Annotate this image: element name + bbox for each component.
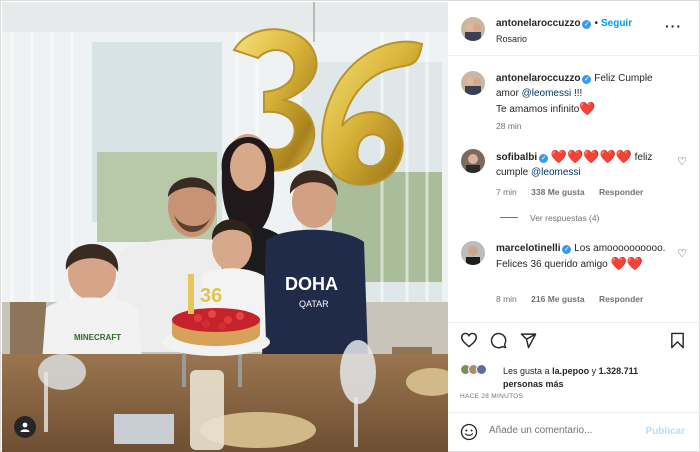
comment-text: sofibalbi ✓ ❤️❤️❤️❤️❤️ feliz cumple @leom… (496, 149, 674, 180)
post-photo[interactable]: DOHA QATAR MINECRAFT 36 (2, 2, 448, 452)
emoji-icon[interactable] (460, 423, 478, 441)
verified-badge-icon: ✓ (562, 245, 572, 254)
action-bar: Les gusta a la.pepoo y 1.328.711 persona… (448, 322, 700, 422)
photo-scene: DOHA QATAR MINECRAFT 36 (2, 2, 448, 452)
likes-connector: y (591, 366, 597, 376)
comment-text: marcelotinelli ✓ Los amoooooooooo. Felice… (496, 241, 674, 272)
likes-user[interactable]: la.pepoo (552, 366, 589, 376)
verified-badge-icon: ✓ (582, 20, 592, 29)
verified-badge-icon: ✓ (582, 75, 592, 84)
commenter-avatar[interactable] (461, 241, 485, 265)
caption-mention[interactable]: @leomessi (522, 88, 572, 99)
likes-suffix[interactable]: personas más (503, 379, 564, 389)
post-location[interactable]: Rosario (496, 34, 527, 44)
add-comment-bar: Publicar (448, 412, 700, 452)
comment-meta: 8 min 216 Me gusta Responder (496, 294, 655, 304)
replies-divider (500, 217, 518, 218)
comment-likes[interactable]: 338 Me gusta (531, 187, 584, 197)
user-icon (20, 422, 30, 432)
comment-username[interactable]: marcelotinelli (496, 243, 560, 254)
comment-time[interactable]: 8 min (496, 294, 517, 304)
post-side-panel: antonelaroccuzzo ✓ • Seguir Rosario ··· ant… (448, 2, 700, 452)
comment-input[interactable] (489, 425, 639, 436)
comment-time[interactable]: 7 min (496, 187, 517, 197)
shirt-qatar-text: QATAR (299, 299, 329, 309)
post-header: antonelaroccuzzo ✓ • Seguir Rosario ··· (448, 2, 700, 56)
caption-time[interactable]: 28 min (496, 121, 522, 131)
view-replies-button[interactable]: Ver respuestas (4) (500, 213, 599, 223)
likes-prefix: Les gusta a (503, 366, 550, 376)
shirt-doha-text: DOHA (285, 274, 338, 294)
caption-meta: 28 min (496, 121, 534, 131)
caption-text: antonelaroccuzzo ✓ Feliz Cumple amor @leo… (496, 71, 674, 117)
caption-text-2: !!! (573, 88, 583, 99)
comment-bubble-icon[interactable] (490, 332, 507, 349)
comment-username[interactable]: sofibalbi (496, 152, 537, 163)
save-bookmark-icon[interactable] (670, 332, 685, 349)
likes-summary: Les gusta a la.pepoo y 1.328.711 persona… (503, 365, 693, 391)
author-avatar[interactable] (461, 17, 485, 41)
caption-avatar[interactable] (461, 71, 485, 95)
avatar-image (461, 149, 485, 173)
share-send-icon[interactable] (520, 332, 537, 349)
verified-badge-icon: ✓ (539, 154, 549, 163)
comment-like-heart-icon[interactable]: ♡ (677, 247, 687, 260)
comment-likes[interactable]: 216 Me gusta (531, 294, 584, 304)
post-modal: DOHA QATAR MINECRAFT 36 antonelaroccuzzo… (0, 0, 700, 452)
likes-count[interactable]: 1.328.711 (599, 366, 639, 376)
avatar-image (461, 71, 485, 95)
like-heart-icon[interactable] (460, 332, 478, 348)
heart-emojis: ❤️❤️❤️❤️❤️ (550, 149, 632, 164)
comment-meta: 7 min 338 Me gusta Responder (496, 187, 655, 197)
avatar-image (461, 241, 485, 265)
author-username[interactable]: antonelaroccuzzo (496, 18, 580, 29)
caption-text-3: Te amamos infinito (496, 104, 580, 115)
publish-button[interactable]: Publicar (646, 426, 685, 437)
avatar-image (461, 17, 485, 41)
header-username-row: antonelaroccuzzo ✓ • Seguir (496, 18, 632, 29)
view-replies-label: Ver respuestas (4) (530, 213, 600, 223)
follow-button[interactable]: Seguir (601, 18, 632, 29)
shirt-minecraft-text: MINECRAFT (74, 333, 121, 342)
more-options-icon[interactable]: ··· (665, 19, 682, 33)
separator-dot: • (594, 18, 598, 29)
commenter-avatar[interactable] (461, 149, 485, 173)
caption-username[interactable]: antonelaroccuzzo (496, 73, 580, 84)
heart-emojis: ❤️❤️ (610, 256, 643, 271)
post-timestamp[interactable]: HACE 28 MINUTOS (460, 393, 523, 400)
reply-button[interactable]: Responder (599, 187, 643, 197)
reply-button[interactable]: Responder (599, 294, 643, 304)
comment-like-heart-icon[interactable]: ♡ (677, 155, 687, 168)
heart-emoji: ❤️ (579, 101, 596, 116)
comments-list: antonelaroccuzzo ✓ Feliz Cumple amor @leo… (448, 57, 700, 322)
cake-candle-36: 36 (200, 285, 222, 307)
comment-mention[interactable]: @leomessi (531, 167, 581, 178)
liker-avatar (476, 364, 487, 375)
tagged-users-button[interactable] (14, 416, 36, 438)
